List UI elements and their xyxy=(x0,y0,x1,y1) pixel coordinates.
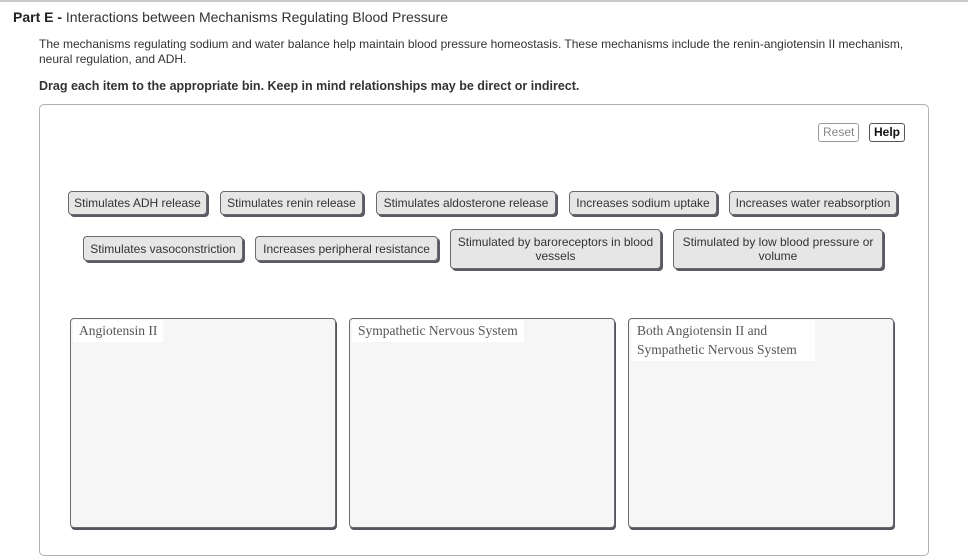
instructions-text: Drag each item to the appropriate bin. K… xyxy=(39,79,580,93)
drag-item-increases-sodium-uptake[interactable]: Increases sodium uptake xyxy=(569,191,717,215)
bin-sympathetic-nervous-system[interactable]: Sympathetic Nervous System xyxy=(349,318,615,528)
drag-item-increases-water-reabsorption[interactable]: Increases water reabsorption xyxy=(729,191,897,215)
drag-item-stimulated-by-baroreceptors[interactable]: Stimulated by baroreceptors in blood ves… xyxy=(450,229,661,269)
part-heading: Interactions between Mechanisms Regulati… xyxy=(65,9,449,25)
drag-item-stimulates-renin-release[interactable]: Stimulates renin release xyxy=(220,191,363,215)
drag-item-stimulates-adh-release[interactable]: Stimulates ADH release xyxy=(68,191,207,215)
bin-label: Sympathetic Nervous System xyxy=(352,320,524,342)
bin-both[interactable]: Both Angiotensin II and Sympathetic Nerv… xyxy=(628,318,894,528)
bin-label: Both Angiotensin II and Sympathetic Nerv… xyxy=(631,320,815,361)
drag-item-increases-peripheral-resistance[interactable]: Increases peripheral resistance xyxy=(255,236,438,261)
part-title: Part E - Interactions between Mechanisms… xyxy=(13,9,448,25)
bin-angiotensin-ii[interactable]: Angiotensin II xyxy=(70,318,336,528)
reset-button[interactable]: Reset xyxy=(818,123,860,142)
drag-item-stimulates-vasoconstriction[interactable]: Stimulates vasoconstriction xyxy=(83,236,243,261)
intro-text: The mechanisms regulating sodium and wat… xyxy=(39,37,904,66)
help-button[interactable]: Help xyxy=(869,123,906,142)
drag-item-stimulates-aldosterone-release[interactable]: Stimulates aldosterone release xyxy=(376,191,556,215)
drag-item-stimulated-by-low-blood-pressure[interactable]: Stimulated by low blood pressure or volu… xyxy=(673,229,883,269)
part-label: Part E - xyxy=(13,9,63,25)
bin-label: Angiotensin II xyxy=(73,320,164,342)
top-divider xyxy=(0,0,968,2)
